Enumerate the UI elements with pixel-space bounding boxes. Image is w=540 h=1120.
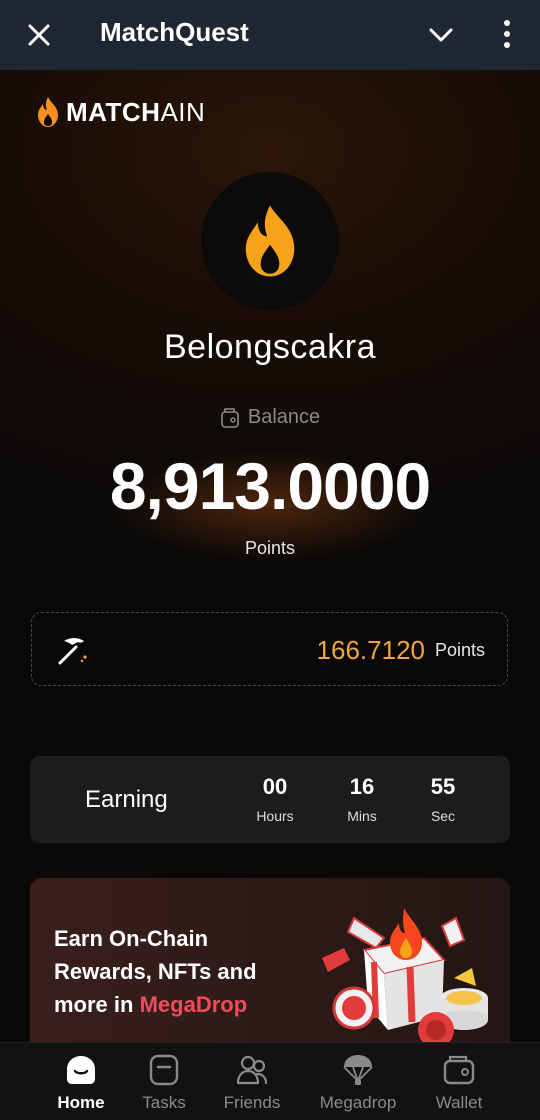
flame-icon	[245, 205, 295, 277]
pickaxe-icon	[58, 638, 87, 665]
wallet-icon	[443, 1055, 475, 1085]
promo-line-3-prefix: more in	[54, 992, 140, 1017]
promo-text: Earn On-Chain Rewards, NFTs and more in …	[54, 922, 257, 1021]
chevron-down-icon[interactable]	[426, 20, 456, 50]
username: Belongscakra	[163, 328, 376, 366]
nav-megadrop-label: Megadrop	[319, 1093, 397, 1112]
friends-icon	[236, 1055, 268, 1085]
nav-wallet[interactable]: Wallet	[409, 1053, 509, 1113]
mining-card: 166.7120 Points	[31, 612, 508, 686]
secs-label: Sec	[430, 808, 456, 824]
promo-megadrop-highlight: MegaDrop	[139, 992, 248, 1017]
app-title: MatchQuest	[100, 17, 249, 47]
nav-friends-label: Friends	[223, 1093, 281, 1112]
tasks-icon	[149, 1054, 179, 1086]
megadrop-banner[interactable]: Earn On-Chain Rewards, NFTs and more in …	[30, 878, 510, 1042]
nav-tasks-label: Tasks	[142, 1093, 186, 1112]
mins-label: Mins	[347, 808, 377, 824]
avatar	[201, 172, 339, 310]
wallet-icon	[221, 407, 239, 428]
mins-value: 16	[349, 774, 375, 799]
mining-unit: Points	[434, 640, 485, 660]
nav-wallet-label: Wallet	[435, 1093, 483, 1112]
home-icon	[67, 1056, 95, 1084]
more-vertical-icon[interactable]	[496, 18, 518, 50]
secs-value: 55	[430, 774, 456, 799]
promo-line-1: Earn On-Chain	[54, 926, 209, 951]
nav-megadrop[interactable]: Megadrop	[308, 1053, 408, 1113]
balance-value: 8,913.0000	[109, 449, 431, 523]
nav-tasks[interactable]: Tasks	[114, 1053, 214, 1113]
balance-label: Balance	[247, 406, 321, 428]
parachute-icon	[343, 1055, 373, 1085]
bottom-navigation: Home Tasks Friends Megadrop Wallet	[0, 1042, 540, 1120]
close-icon[interactable]	[24, 20, 54, 50]
earning-label: Earning	[85, 786, 168, 813]
mining-value: 166.7120	[316, 635, 425, 665]
title-bar: MatchQuest	[0, 0, 540, 70]
main-content: MATCH AIN Belongscakra Balance 8,913.0000…	[0, 70, 540, 1042]
brand-logo: MATCH AIN	[36, 96, 205, 128]
promo-line-2: Rewards, NFTs and	[54, 959, 257, 984]
gift-box-illustration	[322, 908, 488, 1042]
hours-value: 00	[262, 774, 288, 799]
promo-line-3: more in MegaDrop	[54, 988, 257, 1021]
timer-secs: 55 Sec	[413, 774, 473, 824]
balance-label-row: Balance	[0, 406, 540, 429]
brand-name-bold: MATCH	[66, 96, 161, 127]
timer-hours: 00 Hours	[245, 774, 305, 824]
nav-home-label: Home	[57, 1093, 105, 1112]
flame-icon	[38, 97, 58, 127]
earning-card: Earning 00 Hours 16 Mins 55 Sec	[30, 756, 510, 843]
hours-label: Hours	[256, 808, 294, 824]
nav-friends[interactable]: Friends	[202, 1053, 302, 1113]
timer-mins: 16 Mins	[332, 774, 392, 824]
balance-unit: Points	[244, 538, 296, 558]
brand-name-light: AIN	[160, 96, 206, 127]
